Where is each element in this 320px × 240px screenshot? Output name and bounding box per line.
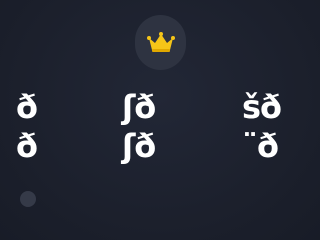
glyph-row2-right[interactable]: ¨ð [242, 129, 279, 163]
glyph-row1-right[interactable]: šð [242, 90, 282, 124]
glyph-row1-center[interactable]: ʃð [122, 90, 156, 124]
dot-icon[interactable] [20, 191, 36, 207]
game-screen: ð ʃð šð ð ʃð ¨ð [0, 0, 320, 240]
crown-button[interactable] [135, 15, 186, 70]
glyph-row2-left[interactable]: ð [16, 129, 38, 163]
glyph-row1-left[interactable]: ð [16, 90, 38, 124]
glyph-row2-center[interactable]: ʃð [122, 129, 156, 163]
crown-icon [146, 31, 175, 52]
